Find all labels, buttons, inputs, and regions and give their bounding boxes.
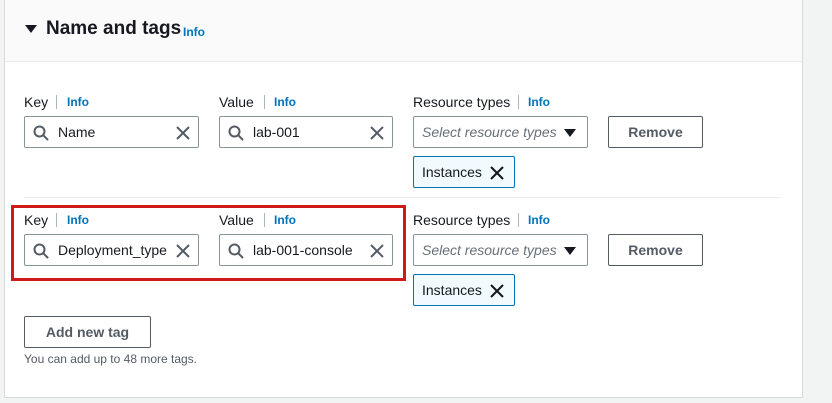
search-icon [33, 125, 49, 141]
caret-down-icon[interactable] [25, 25, 37, 33]
remove-button[interactable]: Remove [608, 116, 703, 148]
value-info-link[interactable]: Info [274, 95, 296, 109]
resource-type-token: Instances [413, 274, 515, 306]
label-separator [518, 95, 519, 109]
resource-types-select[interactable]: Select resource types [413, 116, 588, 148]
row-divider [24, 197, 781, 198]
key-label: Key [24, 94, 49, 110]
panel-header[interactable]: Name and tags Info [5, 0, 802, 62]
resource-types-info-link[interactable]: Info [528, 95, 550, 109]
token-label: Instances [422, 164, 482, 180]
resource-types-select[interactable]: Select resource types [413, 234, 588, 266]
label-separator [56, 95, 57, 109]
token-remove-icon[interactable] [488, 282, 506, 300]
search-icon [228, 125, 244, 141]
panel-title: Name and tags [46, 18, 182, 39]
token-label: Instances [422, 282, 482, 298]
label-separator [518, 213, 519, 227]
tag-key-text: Name [58, 124, 96, 140]
add-new-tag-button[interactable]: Add new tag [24, 316, 151, 348]
dropdown-caret-icon [564, 247, 576, 255]
tag-value-text: lab-001 [253, 124, 300, 140]
section-info-link[interactable]: Info [183, 25, 205, 39]
resource-type-token: Instances [413, 156, 515, 188]
clear-icon[interactable] [174, 124, 192, 142]
remove-button[interactable]: Remove [608, 234, 703, 266]
resource-types-label: Resource types [413, 94, 511, 110]
token-remove-icon[interactable] [488, 164, 506, 182]
resource-types-label: Resource types [413, 212, 511, 228]
clear-icon[interactable] [368, 124, 386, 142]
highlight-box [11, 205, 406, 281]
tag-key-input[interactable]: Name [24, 116, 199, 148]
resource-types-placeholder: Select resource types [422, 124, 557, 140]
resource-types-info-link[interactable]: Info [528, 213, 550, 227]
key-info-link[interactable]: Info [67, 95, 89, 109]
label-separator [264, 95, 265, 109]
tag-value-input[interactable]: lab-001 [219, 116, 393, 148]
tags-remaining-hint: You can add up to 48 more tags. [24, 352, 198, 366]
resource-types-placeholder: Select resource types [422, 242, 557, 258]
value-label: Value [219, 94, 254, 110]
dropdown-caret-icon [564, 129, 576, 137]
